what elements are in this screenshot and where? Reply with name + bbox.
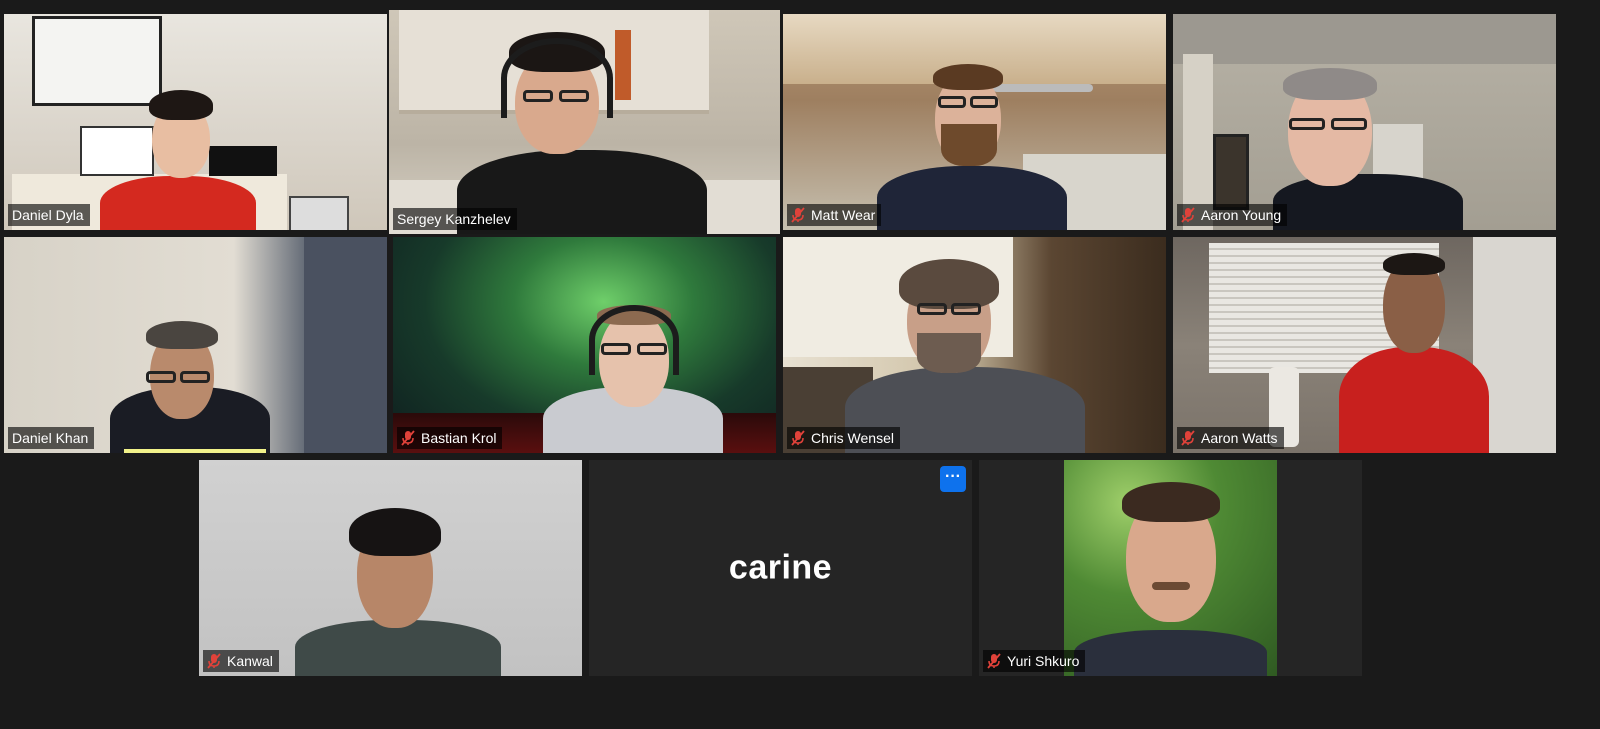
participant-name-tag: Daniel Khan (8, 427, 95, 449)
participant-name: Sergey Kanzhelev (397, 211, 511, 227)
participant-name: Aaron Watts (1201, 430, 1278, 446)
participant-name-tag: Matt Wear (787, 204, 882, 226)
participant-name: Matt Wear (811, 207, 876, 223)
participant-tile-kanwal[interactable]: Kanwal (199, 460, 582, 676)
participant-placeholder-name: carine (728, 548, 833, 587)
participant-name: Bastian Krol (421, 430, 497, 446)
participant-tile-carine[interactable]: carine ··· (589, 460, 972, 676)
microphone-muted-icon (207, 653, 221, 669)
more-options-button[interactable]: ··· (940, 466, 966, 492)
microphone-muted-icon (401, 430, 415, 446)
microphone-muted-icon (1181, 430, 1195, 446)
participant-tile-aaron-young[interactable]: Aaron Young (1173, 14, 1556, 230)
participant-name: Yuri Shkuro (1007, 653, 1080, 669)
microphone-muted-icon (791, 207, 805, 223)
participant-video (4, 237, 387, 453)
participant-video (783, 237, 1166, 453)
participant-tile-aaron-watts[interactable]: Aaron Watts (1173, 237, 1556, 453)
participant-tile-bastian-krol[interactable]: Bastian Krol (393, 237, 776, 453)
more-options-icon: ··· (945, 468, 961, 485)
microphone-muted-icon (791, 430, 805, 446)
participant-video (1173, 237, 1556, 453)
video-gallery: Daniel Dyla Sergey Kanzhelev Matt Wear A… (0, 0, 1600, 729)
participant-name-tag: Bastian Krol (397, 427, 503, 449)
participant-name-tag: Aaron Watts (1177, 427, 1284, 449)
participant-video (393, 237, 776, 453)
participant-name: Daniel Khan (12, 430, 89, 446)
participant-video (4, 14, 387, 230)
participant-tile-yuri-shkuro[interactable]: Yuri Shkuro (979, 460, 1362, 676)
participant-name-tag: Aaron Young (1177, 204, 1288, 226)
participant-name: Aaron Young (1201, 207, 1282, 223)
speaking-indicator (124, 449, 266, 453)
participant-name-tag: Daniel Dyla (8, 204, 90, 226)
participant-video (783, 14, 1166, 230)
participant-video (199, 460, 582, 676)
participant-name-tag: Sergey Kanzhelev (393, 208, 517, 230)
participant-tile-daniel-khan[interactable]: Daniel Khan (4, 237, 387, 453)
participant-name: Kanwal (227, 653, 273, 669)
microphone-muted-icon (1181, 207, 1195, 223)
participant-video (389, 10, 780, 234)
participant-name-tag: Chris Wensel (787, 427, 900, 449)
participant-tile-daniel-dyla[interactable]: Daniel Dyla (4, 14, 387, 230)
participant-name-tag: Kanwal (203, 650, 279, 672)
participant-video (1173, 14, 1556, 230)
microphone-muted-icon (987, 653, 1001, 669)
participant-name-tag: Yuri Shkuro (983, 650, 1086, 672)
participant-tile-sergey-kanzhelev[interactable]: Sergey Kanzhelev (389, 10, 780, 234)
participant-tile-chris-wensel[interactable]: Chris Wensel (783, 237, 1166, 453)
participant-video (1064, 460, 1277, 676)
participant-name: Chris Wensel (811, 430, 894, 446)
participant-name: Daniel Dyla (12, 207, 84, 223)
participant-tile-matt-wear[interactable]: Matt Wear (783, 14, 1166, 230)
